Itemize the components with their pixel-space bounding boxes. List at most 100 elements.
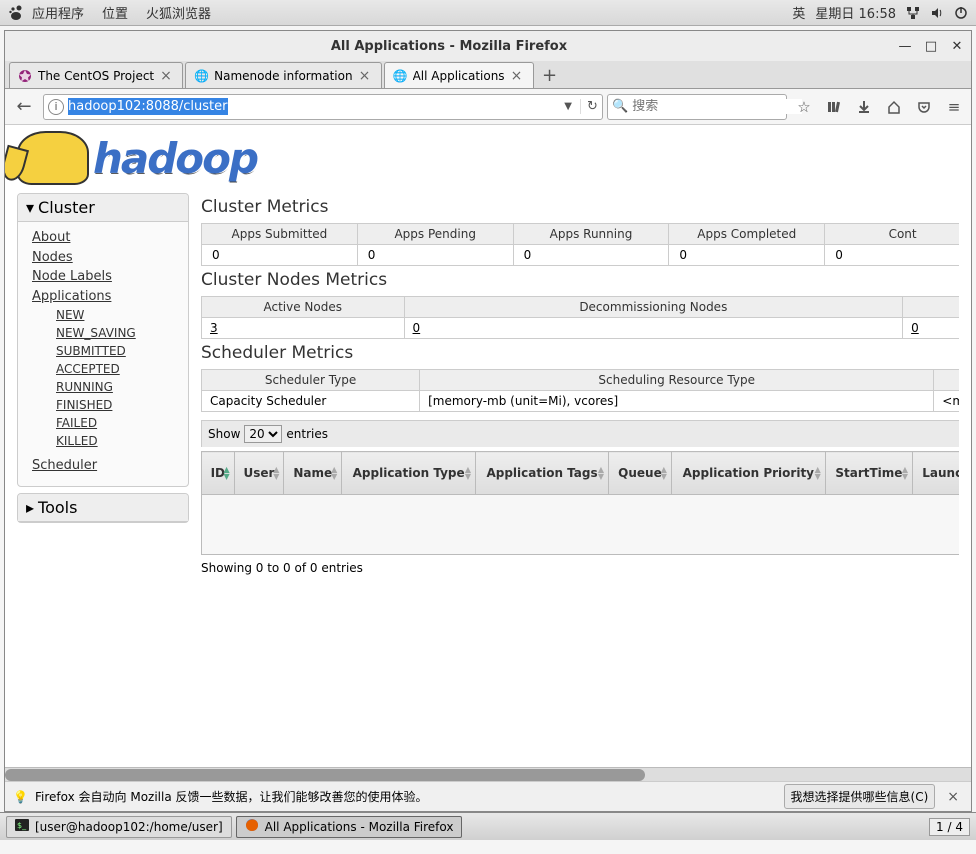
sidebar-link-submitted[interactable]: SUBMITTED xyxy=(56,342,178,360)
search-bar[interactable]: 🔍 xyxy=(607,94,787,120)
col-app-priority[interactable]: Application Priority▲▼ xyxy=(671,452,825,495)
search-icon: 🔍 xyxy=(612,99,628,114)
sidebar-cluster-header[interactable]: ▾Cluster xyxy=(18,194,188,222)
col-decommissioning-nodes: Decommissioning Nodes xyxy=(404,297,903,318)
sidebar-link-new[interactable]: NEW xyxy=(56,306,178,324)
col-starttime[interactable]: StartTime▲▼ xyxy=(825,452,912,495)
input-method-indicator[interactable]: 英 xyxy=(792,3,805,22)
col-nodes-extra xyxy=(903,297,959,318)
network-icon[interactable] xyxy=(906,5,920,20)
sidebar-tools-section: ▸Tools xyxy=(17,493,189,523)
globe-favicon-icon: 🌐 xyxy=(393,69,407,83)
firefox-icon xyxy=(245,818,259,835)
col-name[interactable]: Name▲▼ xyxy=(284,452,342,495)
gnome-menu-places[interactable]: 位置 xyxy=(102,3,128,22)
bookmarks-library-icon[interactable] xyxy=(821,94,847,120)
search-input[interactable] xyxy=(632,99,802,114)
globe-favicon-icon: 🌐 xyxy=(194,69,208,83)
taskbar-item-firefox[interactable]: All Applications - Mozilla Firefox xyxy=(236,816,463,838)
sidebar-link-scheduler[interactable]: Scheduler xyxy=(32,456,178,476)
sidebar-cluster-section: ▾Cluster About Nodes Node Labels Applica… xyxy=(17,193,189,487)
home-icon[interactable] xyxy=(881,94,907,120)
firefox-window: All Applications - Mozilla Firefox — □ ✕… xyxy=(4,30,972,812)
col-queue[interactable]: Queue▲▼ xyxy=(609,452,672,495)
clock[interactable]: 星期日 16:58 xyxy=(815,3,896,22)
val-scheduler-type: Capacity Scheduler xyxy=(202,391,420,412)
sidebar-link-failed[interactable]: FAILED xyxy=(56,414,178,432)
sidebar-link-finished[interactable]: FINISHED xyxy=(56,396,178,414)
val-nodes-extra[interactable]: 0 xyxy=(903,318,959,339)
nodes-metrics-title: Cluster Nodes Metrics xyxy=(201,270,959,290)
notification-action-button[interactable]: 我想选择提供哪些信息(C) xyxy=(784,784,936,809)
val-active-nodes[interactable]: 3 xyxy=(202,318,405,339)
sidebar-link-accepted[interactable]: ACCEPTED xyxy=(56,360,178,378)
url-history-dropdown-icon[interactable]: ▼ xyxy=(560,101,576,112)
url-bar[interactable]: i hadoop102:8088/cluster ▼ ↻ xyxy=(43,94,603,120)
tab-centos[interactable]: The CentOS Project × xyxy=(9,62,183,88)
workspace-indicator[interactable]: 1 / 4 xyxy=(929,818,970,836)
col-user[interactable]: User▲▼ xyxy=(234,452,284,495)
gnome-menu-firefox[interactable]: 火狐浏览器 xyxy=(146,3,211,22)
reload-button[interactable]: ↻ xyxy=(580,99,598,114)
site-info-icon[interactable]: i xyxy=(48,99,64,115)
bookmark-star-icon[interactable]: ☆ xyxy=(791,94,817,120)
tab-close-icon[interactable]: × xyxy=(511,68,525,84)
sidebar-app-states: NEW NEW_SAVING SUBMITTED ACCEPTED RUNNIN… xyxy=(56,306,178,450)
cluster-metrics-title: Cluster Metrics xyxy=(201,197,959,217)
col-app-tags[interactable]: Application Tags▲▼ xyxy=(476,452,609,495)
tab-label: The CentOS Project xyxy=(38,69,154,83)
nodes-metrics-table: Active Nodes Decommissioning Nodes 3 0 0 xyxy=(201,296,959,339)
sidebar-link-node-labels[interactable]: Node Labels xyxy=(32,267,178,287)
window-close-button[interactable]: ✕ xyxy=(949,38,965,54)
sidebar: ▾Cluster About Nodes Node Labels Applica… xyxy=(17,193,189,581)
terminal-icon: $_ xyxy=(15,819,29,834)
gnome-logo-icon xyxy=(8,5,24,21)
show-entries-select[interactable]: 20 xyxy=(244,425,282,443)
sidebar-link-nodes[interactable]: Nodes xyxy=(32,248,178,268)
tab-namenode[interactable]: 🌐 Namenode information × xyxy=(185,62,381,88)
col-id[interactable]: ID▲▼ xyxy=(202,452,235,495)
col-app-type[interactable]: Application Type▲▼ xyxy=(342,452,476,495)
sidebar-link-new-saving[interactable]: NEW_SAVING xyxy=(56,324,178,342)
tab-all-applications[interactable]: 🌐 All Applications × xyxy=(384,62,534,88)
back-button[interactable]: ← xyxy=(9,93,39,121)
sort-icon: ▲▼ xyxy=(273,466,279,480)
new-tab-button[interactable]: + xyxy=(536,62,564,88)
window-maximize-button[interactable]: □ xyxy=(923,38,939,54)
sidebar-link-about[interactable]: About xyxy=(32,228,178,248)
tab-label: All Applications xyxy=(413,69,505,83)
hamburger-menu-icon[interactable]: ≡ xyxy=(941,94,967,120)
main-content: Cluster Metrics Apps Submitted Apps Pend… xyxy=(201,193,959,581)
tab-close-icon[interactable]: × xyxy=(359,68,373,84)
sidebar-tools-header[interactable]: ▸Tools xyxy=(18,494,188,522)
sort-icon: ▲▼ xyxy=(661,466,667,480)
sidebar-link-applications[interactable]: Applications xyxy=(32,287,178,307)
scrollbar-thumb[interactable] xyxy=(5,769,645,781)
downloads-icon[interactable] xyxy=(851,94,877,120)
window-minimize-button[interactable]: — xyxy=(897,38,913,54)
col-active-nodes: Active Nodes xyxy=(202,297,405,318)
window-title: All Applications - Mozilla Firefox xyxy=(11,39,887,54)
notification-close-icon[interactable]: × xyxy=(943,789,963,805)
taskbar-item-terminal[interactable]: $_ [user@hadoop102:/home/user] xyxy=(6,816,232,838)
col-containers: Cont xyxy=(825,224,959,245)
gnome-menu-apps[interactable]: 应用程序 xyxy=(32,3,84,22)
horizontal-scrollbar[interactable] xyxy=(5,767,971,781)
window-titlebar: All Applications - Mozilla Firefox — □ ✕ xyxy=(5,31,971,61)
val-decommissioning-nodes[interactable]: 0 xyxy=(404,318,903,339)
power-icon[interactable] xyxy=(954,5,968,20)
col-resource-type: Scheduling Resource Type xyxy=(420,370,934,391)
expand-icon: ▸ xyxy=(26,498,34,517)
col-apps-pending: Apps Pending xyxy=(357,224,513,245)
val-apps-submitted: 0 xyxy=(202,245,358,266)
pocket-icon[interactable] xyxy=(911,94,937,120)
tab-close-icon[interactable]: × xyxy=(160,68,174,84)
show-label-post: entries xyxy=(286,427,328,441)
sort-icon: ▲▼ xyxy=(598,466,604,480)
sidebar-link-killed[interactable]: KILLED xyxy=(56,432,178,450)
volume-icon[interactable] xyxy=(930,5,944,20)
collapse-icon: ▾ xyxy=(26,198,34,217)
col-launchtime[interactable]: Launch xyxy=(912,452,959,495)
sidebar-link-running[interactable]: RUNNING xyxy=(56,378,178,396)
datatable-info: Showing 0 to 0 of 0 entries xyxy=(201,555,959,581)
